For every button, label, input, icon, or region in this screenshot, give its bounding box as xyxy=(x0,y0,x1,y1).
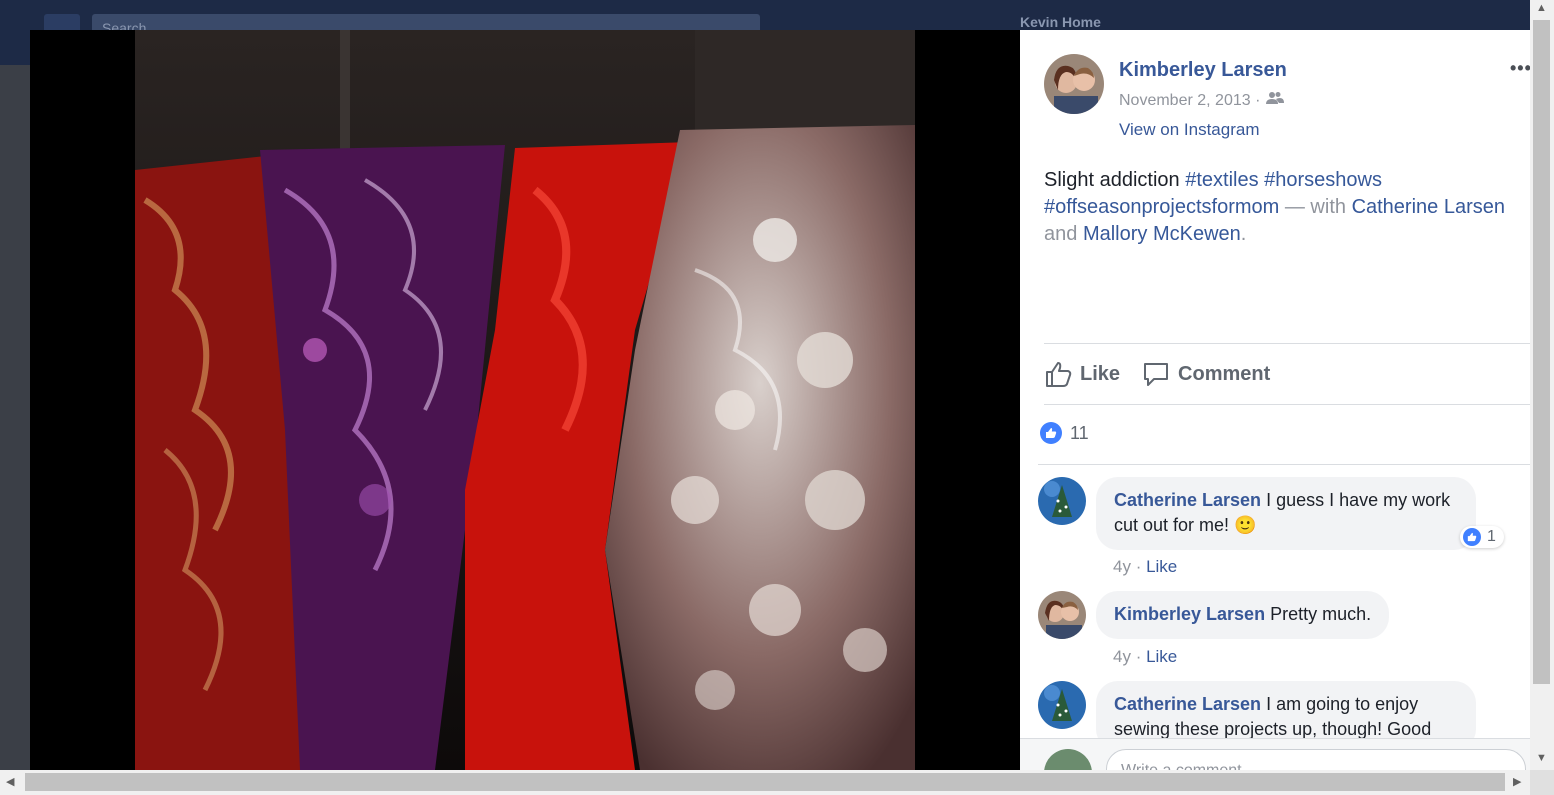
post-text-intro: Slight addiction xyxy=(1044,169,1180,191)
commenter-avatar[interactable] xyxy=(1038,477,1086,525)
post-text: Slight addiction #textiles #horseshows #… xyxy=(1044,167,1530,248)
comment-text: cut out for me! xyxy=(1114,515,1230,535)
divider xyxy=(1044,404,1530,405)
divider xyxy=(1038,464,1530,465)
hashtag-link[interactable]: #textiles xyxy=(1185,169,1258,191)
period-text: . xyxy=(1240,223,1247,245)
hashtag-link[interactable]: #horseshows xyxy=(1264,169,1382,191)
slightly-smiling-emoji: 🙂 xyxy=(1234,515,1257,535)
comment-age[interactable]: 4y xyxy=(1113,647,1131,666)
comment-item: Catherine Larsen I guess I have my work … xyxy=(1038,477,1476,550)
post-meta: November 2, 2013 · xyxy=(1119,91,1285,110)
more-options-button[interactable]: ••• xyxy=(1510,58,1530,79)
scroll-down-arrow-icon[interactable]: ▼ xyxy=(1536,752,1547,764)
like-button[interactable]: Like xyxy=(1044,360,1120,388)
comment-meta: 4y · Like xyxy=(1113,647,1178,666)
comment-reaction-count: 1 xyxy=(1487,528,1496,545)
comment-item: Kimberley Larsen Pretty much. xyxy=(1038,591,1390,639)
tagged-person-link[interactable]: Mallory McKewen xyxy=(1083,223,1241,245)
with-text: — with xyxy=(1284,196,1346,218)
author-avatar[interactable] xyxy=(1044,54,1104,114)
tagged-person-link[interactable]: Catherine Larsen xyxy=(1352,196,1505,218)
like-button-label: Like xyxy=(1080,362,1121,385)
post-actions-bar: Like Comment xyxy=(1044,357,1270,391)
comment-composer: Write a comment... xyxy=(1020,738,1530,770)
audience-friends-icon[interactable] xyxy=(1266,91,1285,110)
vertical-scrollbar-thumb[interactable] xyxy=(1533,20,1550,684)
scrollbar-corner xyxy=(1530,770,1554,795)
comment-like-link[interactable]: Like xyxy=(1146,647,1177,666)
scroll-up-arrow-icon[interactable]: ▲ xyxy=(1536,2,1547,14)
fabric-photo-image xyxy=(135,30,915,770)
scroll-right-arrow-icon[interactable]: ▶ xyxy=(1513,775,1521,788)
comment-bubble-icon xyxy=(1144,363,1169,386)
like-thumb-icon xyxy=(1046,362,1072,387)
and-text: and xyxy=(1044,223,1078,245)
comment-text: sewing these projects up, though! Good xyxy=(1114,719,1432,739)
like-count: 11 xyxy=(1070,422,1089,443)
comment-text: Pretty much. xyxy=(1270,604,1372,624)
comment-author-link[interactable]: Kimberley Larsen xyxy=(1114,604,1265,624)
post-date[interactable]: November 2, 2013 · xyxy=(1119,92,1260,110)
comment-button-label: Comment xyxy=(1178,362,1271,385)
write-comment-input[interactable]: Write a comment... xyxy=(1106,749,1526,770)
post-details-panel: Kimberley Larsen November 2, 2013 · View… xyxy=(1020,30,1530,770)
comment-author-link[interactable]: Catherine Larsen xyxy=(1114,490,1261,510)
reaction-like-icon xyxy=(1463,528,1481,546)
view-on-instagram-link[interactable]: View on Instagram xyxy=(1119,120,1259,140)
comment-age[interactable]: 4y xyxy=(1113,557,1131,576)
comment-author-link[interactable]: Catherine Larsen xyxy=(1114,694,1261,714)
photo-viewer xyxy=(30,30,1020,770)
comment-meta: 4y · Like xyxy=(1113,557,1178,576)
post-author-name[interactable]: Kimberley Larsen xyxy=(1119,59,1287,82)
reactions-summary[interactable]: 11 xyxy=(1040,422,1089,444)
commenter-avatar[interactable] xyxy=(1038,681,1086,729)
scroll-left-arrow-icon[interactable]: ◀ xyxy=(6,775,14,788)
comment-bubble: Kimberley Larsen Pretty much. xyxy=(1096,591,1390,639)
post-photo[interactable] xyxy=(135,30,915,770)
comment-button[interactable]: Comment xyxy=(1142,360,1270,388)
divider xyxy=(1044,343,1530,344)
horizontal-scrollbar-thumb[interactable] xyxy=(25,773,1505,791)
comment-text: I guess I have my work xyxy=(1266,490,1451,510)
comment-text: I am going to enjoy xyxy=(1266,694,1419,714)
top-bar-user[interactable]: Kevin Home xyxy=(1020,14,1101,30)
viewer-avatar xyxy=(1044,749,1092,770)
comment-reaction-badge[interactable]: 1 xyxy=(1460,526,1504,548)
comment-like-link[interactable]: Like xyxy=(1146,557,1177,576)
commenter-avatar[interactable] xyxy=(1038,591,1086,639)
hashtag-link[interactable]: #offseasonprojectsformom xyxy=(1044,196,1279,218)
comment-bubble: Catherine Larsen I guess I have my work … xyxy=(1096,477,1476,550)
reaction-like-icon xyxy=(1040,422,1062,444)
